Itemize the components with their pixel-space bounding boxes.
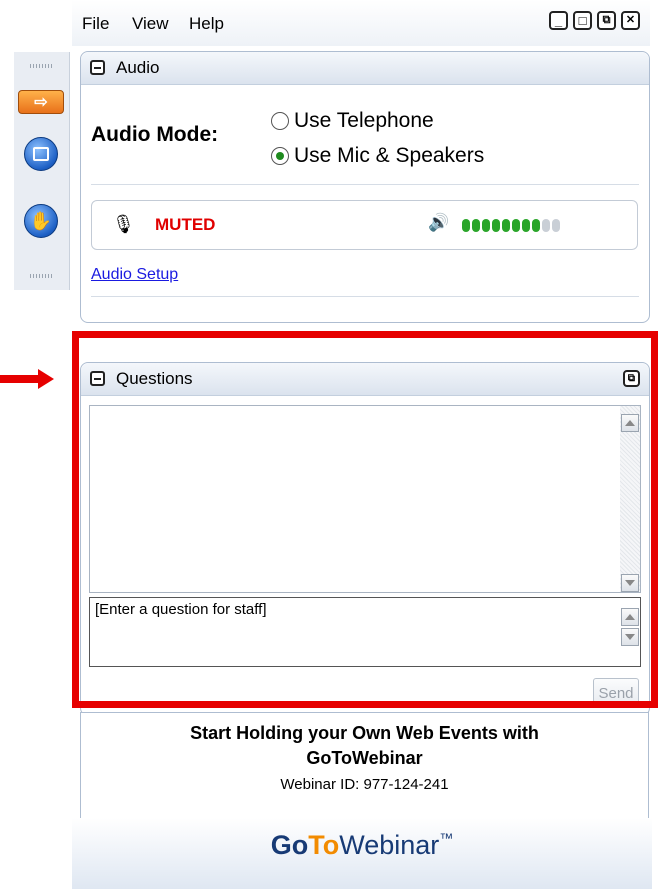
highlight-arrow-shaft [0, 375, 40, 383]
window-icon [24, 137, 58, 171]
scroll-down-button[interactable] [621, 574, 639, 592]
level-dot [502, 219, 510, 233]
input-scroll-up-button[interactable] [621, 608, 639, 626]
logo-webinar: Webinar [339, 830, 440, 860]
raise-hand-icon: ✋ [24, 204, 58, 238]
highlight-arrow-icon [38, 369, 54, 389]
promo-headline-line2[interactable]: GoToWebinar [81, 748, 648, 769]
audio-panel: Audio Audio Mode: Use Telephone Use Mic … [80, 51, 650, 323]
menu-help[interactable]: Help [189, 14, 224, 34]
audio-status-box: 🎙 MUTED 🔊 [91, 200, 638, 250]
audio-setup-link[interactable]: Audio Setup [91, 266, 178, 284]
audio-panel-header: Audio [81, 52, 649, 85]
input-scroll-down-button[interactable] [621, 628, 639, 646]
collapse-questions-button[interactable] [90, 371, 105, 386]
menu-file[interactable]: File [82, 14, 109, 34]
gotowebinar-logo: GoToWebinar™ [72, 830, 652, 861]
audio-mode-label: Audio Mode: [91, 123, 219, 146]
brand-footer: GoToWebinar™ [72, 818, 652, 889]
popout-button[interactable]: ⧉ [623, 370, 640, 387]
webinar-id: Webinar ID: 977-124-241 [280, 776, 449, 793]
raise-hand-button[interactable]: ✋ [17, 199, 65, 243]
logo-to: To [308, 830, 340, 860]
close-button[interactable]: ✕ [621, 11, 640, 30]
minimize-button[interactable]: _ [549, 11, 568, 30]
minimize-icon: _ [554, 13, 563, 28]
telephone-option-label[interactable]: Use Telephone [294, 109, 434, 133]
restore-button[interactable]: ⧉ [597, 11, 616, 30]
level-dot [522, 219, 530, 233]
send-button[interactable]: Send [593, 678, 639, 708]
logo-tm: ™ [439, 830, 454, 846]
close-icon: ✕ [625, 14, 636, 26]
speaker-level-meter [462, 217, 562, 235]
microphone-icon[interactable]: 🎙 [112, 214, 135, 235]
mic-muted-status: MUTED [155, 215, 216, 234]
popout-icon: ⧉ [627, 372, 636, 384]
maximize-button[interactable]: □ [573, 11, 592, 30]
toolbar-grip-bottom[interactable] [30, 274, 52, 278]
level-dot [512, 219, 520, 233]
collapse-audio-button[interactable] [90, 60, 105, 75]
mic-speakers-option-label[interactable]: Use Mic & Speakers [294, 144, 484, 168]
question-input[interactable]: [Enter a question for staff] [89, 597, 641, 667]
screen-view-button[interactable] [17, 132, 65, 176]
window-controls: _ □ ⧉ ✕ [549, 11, 640, 30]
restore-icon: ⧉ [602, 14, 611, 26]
speaker-icon[interactable]: 🔊 [428, 213, 449, 233]
audio-panel-title: Audio [116, 58, 160, 77]
level-dot [482, 219, 490, 233]
scroll-up-button[interactable] [621, 414, 639, 432]
question-input-placeholder: [Enter a question for staff] [95, 601, 267, 618]
level-dot [492, 219, 500, 233]
questions-panel-title: Questions [116, 369, 193, 388]
questions-panel-header: Questions ⧉ [81, 363, 649, 396]
maximize-icon: □ [578, 13, 587, 28]
level-dot [462, 219, 470, 233]
left-toolbar: ⇨ ✋ [14, 52, 70, 290]
level-dot [472, 219, 480, 233]
divider [91, 296, 639, 297]
promo-box: Start Holding your Own Web Events with G… [80, 712, 649, 820]
questions-panel: Questions ⧉ [Enter a question for staff]… [80, 362, 650, 716]
mic-speakers-radio[interactable] [271, 147, 289, 165]
level-dot [552, 219, 560, 233]
divider [91, 184, 639, 185]
question-log[interactable] [89, 405, 641, 593]
menu-bar: File View Help _ □ ⧉ ✕ [72, 0, 650, 46]
logo-go: Go [270, 830, 309, 860]
telephone-radio[interactable] [271, 112, 289, 130]
menu-view[interactable]: View [132, 14, 169, 34]
promo-headline-line1[interactable]: Start Holding your Own Web Events with [81, 723, 648, 744]
expand-arrow-button[interactable]: ⇨ [18, 90, 64, 114]
arrow-right-icon: ⇨ [34, 94, 48, 111]
level-dot [542, 219, 550, 233]
toolbar-grip-top[interactable] [30, 64, 52, 68]
level-dot [532, 219, 540, 233]
question-log-scrollbar[interactable] [620, 406, 640, 592]
